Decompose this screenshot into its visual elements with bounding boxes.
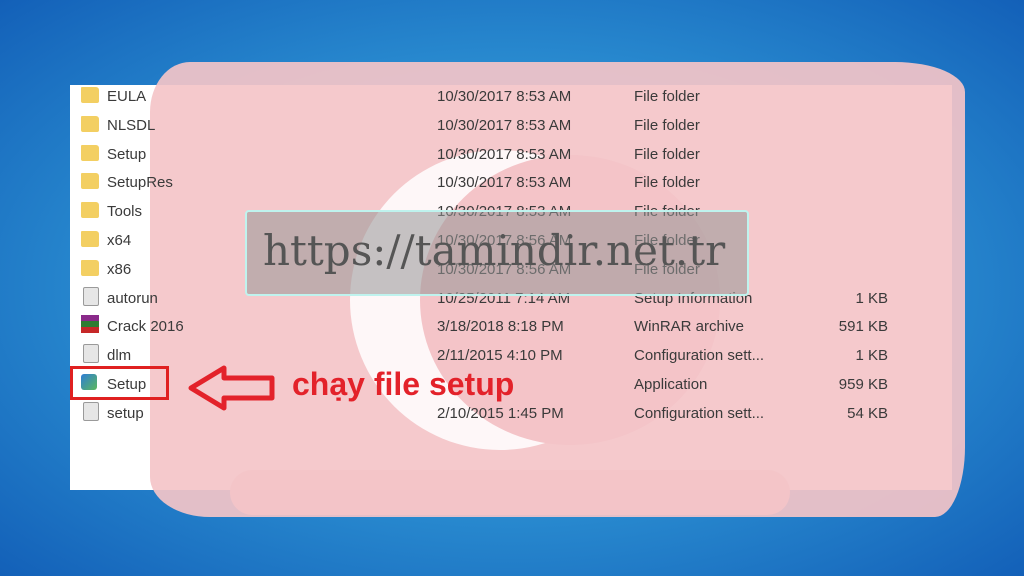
file-date: 10/30/2017 8:53 AM <box>437 174 572 192</box>
file-name: autorun <box>107 289 158 307</box>
folder-icon <box>81 87 99 103</box>
file-name: Tools <box>107 203 143 221</box>
file-date: 2/11/2015 4:10 PM <box>437 347 563 365</box>
file-date: 10/30/2017 8:53 AM <box>437 116 572 134</box>
file-type: Application <box>634 376 708 393</box>
pink-brush-overlay <box>230 470 790 515</box>
file-type: Configuration sett... <box>634 404 765 422</box>
watermark-box: https://tamindir.net.tr <box>245 210 749 296</box>
file-row[interactable]: Crack 2016 3/18/2018 8:18 PM WinRAR arch… <box>78 314 908 340</box>
file-date: 3/18/2018 8:18 PM <box>437 318 564 336</box>
file-type: File folder <box>634 88 700 105</box>
file-name: setup <box>107 404 144 422</box>
file-size: 1 KB <box>855 289 888 307</box>
file-row[interactable]: NLSDL 10/30/2017 8:53 AM File folder <box>78 113 908 139</box>
winrar-icon <box>81 315 99 334</box>
file-row[interactable]: EULA 10/30/2017 8:53 AM File folder <box>78 84 908 110</box>
file-name: Crack 2016 <box>107 318 184 336</box>
file-name: Setup <box>107 145 147 163</box>
highlight-box <box>70 366 169 400</box>
file-size: 1 KB <box>855 347 888 365</box>
file-type: WinRAR archive <box>634 318 745 336</box>
arrow-left-icon <box>188 365 275 411</box>
file-date: 10/30/2017 8:53 AM <box>437 88 572 105</box>
file-name: x86 <box>107 260 132 278</box>
folder-icon <box>81 231 99 247</box>
file-size: 54 KB <box>847 404 888 422</box>
file-type: File folder <box>634 145 700 163</box>
file-type: File folder <box>634 174 700 192</box>
file-date: 2/10/2015 1:45 PM <box>437 404 564 422</box>
file-name: SetupRes <box>107 174 173 192</box>
annotation-text: chạy file setup <box>292 366 515 402</box>
config-file-icon <box>83 286 99 306</box>
config-file-icon <box>83 344 99 364</box>
file-row[interactable]: SetupRes 10/30/2017 8:53 AM File folder <box>78 170 908 196</box>
file-name: EULA <box>107 88 147 105</box>
file-name: NLSDL <box>107 116 156 134</box>
folder-icon <box>81 259 99 276</box>
config-file-icon <box>83 401 99 421</box>
file-name: dlm <box>107 347 132 365</box>
file-size: 959 KB <box>838 376 888 393</box>
file-size: 591 KB <box>838 318 888 336</box>
folder-icon <box>81 115 99 132</box>
file-type: Configuration sett... <box>634 347 765 365</box>
folder-icon <box>81 173 99 190</box>
folder-icon <box>81 202 99 219</box>
file-date: 10/30/2017 8:53 AM <box>437 145 572 163</box>
file-name: x64 <box>107 232 132 249</box>
file-type: File folder <box>634 116 700 134</box>
watermark-text: https://tamindir.net.tr <box>263 226 726 275</box>
file-row[interactable]: Setup 10/30/2017 8:53 AM File folder <box>78 142 908 168</box>
folder-icon <box>81 144 99 161</box>
